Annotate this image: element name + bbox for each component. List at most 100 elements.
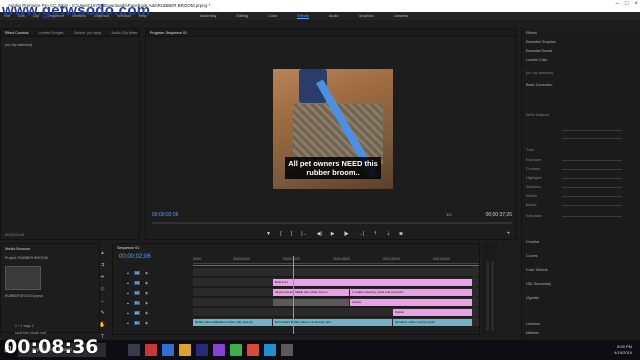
playhead[interactable] [293,256,294,334]
section-vignette[interactable]: Vignette [526,296,539,300]
add-button-icon[interactable]: + [506,231,510,237]
marker-icon[interactable]: ▼ [266,231,271,237]
shadows-slider[interactable] [562,187,622,188]
hand-tool-icon[interactable]: ✋ [99,322,105,328]
tab-program[interactable]: Program: Sequence 01 [150,31,187,35]
exposure-slider[interactable] [562,160,622,161]
track-area[interactable]: All pet owners NEED this rubber broom.. I… [193,288,479,297]
timeline-clip[interactable]: Dearie [350,299,473,306]
premiere-icon[interactable] [196,344,208,356]
lock-icon[interactable]: 🔒︎ [127,311,129,315]
track-area[interactable]: Rubber Broom/Bathroom Floor (fft) mp4 [V… [193,318,479,327]
tab-lumetri-scopes[interactable]: Lumetri Scopes [39,31,64,35]
workspace-audio[interactable]: Audio [329,14,339,18]
bin-item[interactable]: sand free beach mat [15,331,46,335]
folder-icon[interactable] [179,344,191,356]
panel-lumetri-color[interactable]: Lumetri Color [526,58,548,62]
eye-icon[interactable]: ◉ [145,311,148,315]
section-hsl-secondary[interactable]: HSL Secondary [526,282,551,286]
highlights-slider[interactable] [562,178,622,179]
razor-tool-icon[interactable]: ◇ [101,286,105,292]
timeline-scrollbar[interactable] [473,266,477,326]
section-basic-correction[interactable]: Basic Correction [526,83,552,87]
step-forward-icon[interactable]: |▶ [344,231,349,237]
extract-icon[interactable]: ⇣ [386,231,390,237]
eye-icon[interactable]: ◉ [145,271,148,275]
lock-icon[interactable]: 🔒︎ [127,291,129,295]
pen-tool-icon[interactable]: ✎ [100,310,104,316]
play-icon[interactable]: ▶ [331,231,335,237]
workspace-color[interactable]: Color [268,14,277,18]
minimize-icon[interactable]: – [616,1,619,7]
task-view-icon[interactable] [128,344,140,356]
tint-slider[interactable] [562,138,622,139]
timeline-clip[interactable]: Dearie [393,309,473,316]
panel-libraries[interactable]: Libraries [526,322,540,326]
track-name[interactable]: A0 [133,310,140,315]
panel-effects[interactable]: Effects [526,31,537,35]
track-name[interactable]: V1 [133,300,140,305]
timeline-timecode[interactable]: 00;00;02;06 [119,254,151,260]
system-clock[interactable]: 8:59 PM 4/19/2019 [614,344,632,355]
eye-icon[interactable]: ◉ [145,321,148,325]
eye-icon[interactable]: ◉ [145,281,148,285]
tab-media-browser[interactable]: Media Browser [5,247,30,251]
out-point-icon[interactable]: } [291,231,293,237]
blacks-slider[interactable] [562,205,622,206]
time-ruler[interactable]: 00;00 00;00;15;00 00;00;30;00 00;00;45;0… [193,256,479,264]
maximize-icon[interactable]: □ [625,1,629,7]
tab-effect-controls[interactable]: Effect Controls [5,31,29,35]
workspace-assembly[interactable]: Assembly [200,14,216,18]
timeline-clip[interactable]: All pet owners NEED this rubber broom.. [273,289,350,296]
timeline-clip[interactable]: Rubber Broom/Bathroom Floor (fft) mp4 [V… [193,319,273,326]
slip-tool-icon[interactable]: ↔ [100,298,105,304]
app-icon[interactable] [213,344,225,356]
project-thumbnail[interactable] [5,266,41,290]
timeline-clip[interactable]: Bold Font [273,279,473,286]
track-name[interactable]: V4 [133,270,140,275]
timeline-clip[interactable]: Scrubber rubber mp4 [V.mp4] [393,319,473,326]
resolution-select[interactable]: 1/2 [446,212,452,217]
track-name[interactable]: V3 [133,280,140,285]
app-icon[interactable] [247,344,259,356]
panel-essential-sound[interactable]: Essential Sound [526,49,552,53]
app-icon[interactable] [145,344,157,356]
track-name[interactable]: A1 [133,320,140,325]
go-to-in-icon[interactable]: |← [301,231,307,237]
lock-icon[interactable]: 🔒︎ [127,281,129,285]
tab-sequence[interactable]: Sequence 01 [117,246,139,250]
close-icon[interactable]: × [634,1,638,7]
panel-essential-graphics[interactable]: Essential Graphics [526,40,556,44]
app-icon[interactable] [281,344,293,356]
lock-icon[interactable]: 🔒︎ [127,321,129,325]
lock-icon[interactable]: 🔒︎ [127,301,129,305]
app-icon[interactable] [162,344,174,356]
track-area[interactable] [193,268,479,277]
bin-item[interactable]: 1 + 1 bags 2 [15,324,34,328]
eye-icon[interactable]: ◉ [145,301,148,305]
tab-audio-clip-mixer[interactable]: Audio Clip Mixer [111,31,137,35]
saturation-slider[interactable] [562,216,622,217]
whites-slider[interactable] [562,196,622,197]
temperature-slider[interactable] [562,130,622,131]
track-select-tool-icon[interactable]: ⇉ [100,262,104,268]
track-area[interactable]: Dearie [193,308,479,317]
section-color-wheels[interactable]: Color Wheels [526,268,548,272]
track-area[interactable]: Dearie [193,298,479,307]
selection-tool-icon[interactable]: ▲ [100,250,105,256]
lift-icon[interactable]: ⇡ [373,231,377,237]
program-timecode-current[interactable]: 00;00;02;06 [152,212,178,218]
tab-source[interactable]: Source: (no clips) [73,31,101,35]
panel-markers[interactable]: Markers [526,331,539,335]
workspace-libraries[interactable]: Libraries [394,14,409,18]
contrast-slider[interactable] [562,169,622,170]
in-point-icon[interactable]: { [280,231,282,237]
section-creative[interactable]: Creative [526,240,539,244]
workspace-graphics[interactable]: Graphics [358,14,373,18]
program-scrubber[interactable] [152,222,512,224]
track-name[interactable]: V2 [133,290,140,295]
track-area[interactable]: Bold Font [193,278,479,287]
step-back-icon[interactable]: ◀| [317,231,322,237]
timeline-clip[interactable]: Don Adok's Rubber Broom 4.mp4 [V].mp4 [273,319,393,326]
workspace-effects[interactable]: Effects [297,14,309,19]
